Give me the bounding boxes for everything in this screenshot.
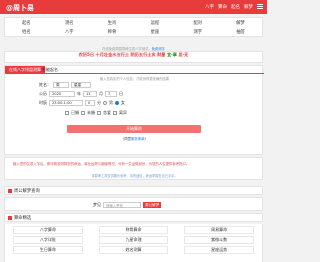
terms-link[interactable]: 服务条款: [131, 137, 145, 141]
name-row: 姓名： 周 星星: [39, 82, 91, 88]
category-item[interactable]: 称骨算命: [98, 226, 169, 234]
category-item[interactable]: 周易算命: [184, 226, 254, 234]
bazi-form-card: 在线八字排盘测算 智能起名 输入您真实的个人信息，才能测得更准确的结果 姓名： …: [4, 65, 264, 155]
nav-item[interactable]: 抽签: [219, 27, 262, 36]
time-row: 时辰 23:00-1:00 0 分 男 女: [39, 100, 125, 106]
status-row: 已婚 未婚 恋爱 离异: [65, 110, 127, 116]
date-box: 农历5日 十月壮金水五行土 阴历五行土亥 财星 宜·事 忌·无: [4, 51, 263, 63]
nav-item[interactable]: 起名: [5, 18, 48, 27]
month-select[interactable]: 11: [83, 91, 97, 97]
lunar-date: 农历5日 十月壮金水五行土 阴历五行土亥 财星 宜·事 忌·无: [78, 52, 189, 57]
category-item[interactable]: 九星命理: [98, 236, 169, 244]
form-tabs: 在线八字排盘测算 智能起名: [5, 66, 264, 74]
category-item[interactable]: 姓名测算: [98, 246, 169, 254]
terms-line: （同意服务条款）: [120, 137, 149, 141]
dating-checkbox[interactable]: [97, 111, 101, 115]
nav-item[interactable]: 生肖: [91, 18, 134, 27]
married-checkbox[interactable]: [65, 111, 69, 115]
top-nav-qiming[interactable]: 起名: [231, 4, 240, 10]
birth-label: 公历: [39, 91, 47, 96]
category-nav-grid: 起名 测名 生肖 运程 配对 解梦 姓名 八字 称骨 星座 测字 抽签: [4, 17, 263, 37]
tab-naming[interactable]: 智能起名: [38, 66, 62, 74]
yi-label: 宜·事: [166, 52, 177, 57]
given-name-input[interactable]: 星星: [71, 82, 91, 88]
nav-item[interactable]: 星座: [133, 27, 176, 36]
site-logo[interactable]: @周卜易: [6, 3, 34, 13]
form-note: 输入您真实的个人信息，才能测得更准确的结果: [99, 77, 170, 81]
dream-section-header: 周公解梦查询: [4, 186, 263, 195]
category-item[interactable]: 八字算命: [13, 226, 83, 234]
section-square-icon: [8, 215, 12, 220]
ji-label: 忌·无: [178, 52, 189, 57]
female-radio[interactable]: [115, 101, 119, 105]
dream-input[interactable]: 请输入梦到: [103, 202, 141, 208]
categories-grid: 八字算命 称骨算命 周易算命 八字详批 九星命理 紫微斗数 生日算命 姓名测算 …: [4, 224, 263, 262]
top-bar: @周卜易 八字 算命 起名 解梦: [0, 0, 267, 14]
name-label: 姓名：: [39, 82, 51, 87]
top-nav-suanming[interactable]: 算命: [218, 4, 227, 10]
menu-icon[interactable]: [257, 4, 263, 9]
top-nav-jiemeng[interactable]: 解梦: [244, 4, 253, 10]
nav-item[interactable]: 运程: [133, 18, 176, 27]
year-select[interactable]: 2020: [49, 91, 75, 97]
nav-item[interactable]: 称骨: [91, 27, 134, 36]
section-square-icon: [8, 188, 12, 193]
hour-select[interactable]: 23:00-1:00: [49, 100, 83, 106]
top-nav: 八字 算命 起名 解梦: [205, 4, 263, 10]
dream-label: 梦见: [93, 202, 101, 207]
submit-button[interactable]: 开始算命: [67, 125, 201, 133]
dream-search-row: 梦见 请输入梦到 周公解梦: [93, 202, 162, 208]
nav-item[interactable]: 姓名: [5, 27, 48, 36]
top-nav-bazi[interactable]: 八字: [205, 4, 214, 10]
category-item[interactable]: 星座运势: [184, 246, 254, 254]
description-sub: 本算命工具仅供娱乐参考，请勿迷信，命运掌握在自己手中。: [91, 174, 178, 178]
categories-section-header: 算命精选: [4, 213, 263, 222]
dream-search-button[interactable]: 周公解梦: [143, 202, 162, 208]
divorced-checkbox[interactable]: [113, 111, 117, 115]
category-item[interactable]: 八字详批: [13, 236, 83, 244]
nav-item[interactable]: 配对: [176, 18, 219, 27]
surname-input[interactable]: 周: [53, 82, 69, 88]
nav-item[interactable]: 八字: [48, 27, 91, 36]
single-checkbox[interactable]: [81, 111, 85, 115]
nav-item[interactable]: 解梦: [219, 18, 262, 27]
description-main: 输入您的生辰八字后，即可精准测算您的命运、事业运势与姻缘情况，分析一生运势起伏，…: [13, 162, 190, 166]
birth-row: 公历 2020 年 11 月 7 日: [39, 91, 123, 97]
nav-item[interactable]: 测字: [176, 27, 219, 36]
description-box: 输入您的生辰八字后，即可精准测算您的命运、事业运势与姻缘情况，分析一生运势起伏，…: [4, 157, 263, 180]
male-radio[interactable]: [103, 101, 107, 105]
category-item[interactable]: 紫微斗数: [184, 236, 254, 244]
nav-item[interactable]: 测名: [48, 18, 91, 27]
time-label: 时辰: [39, 100, 47, 105]
category-item[interactable]: 生日算命: [13, 246, 83, 254]
dream-box: 梦见 请输入梦到 周公解梦: [4, 197, 263, 211]
minute-select[interactable]: 0: [85, 100, 95, 106]
day-select[interactable]: 7: [105, 91, 117, 97]
